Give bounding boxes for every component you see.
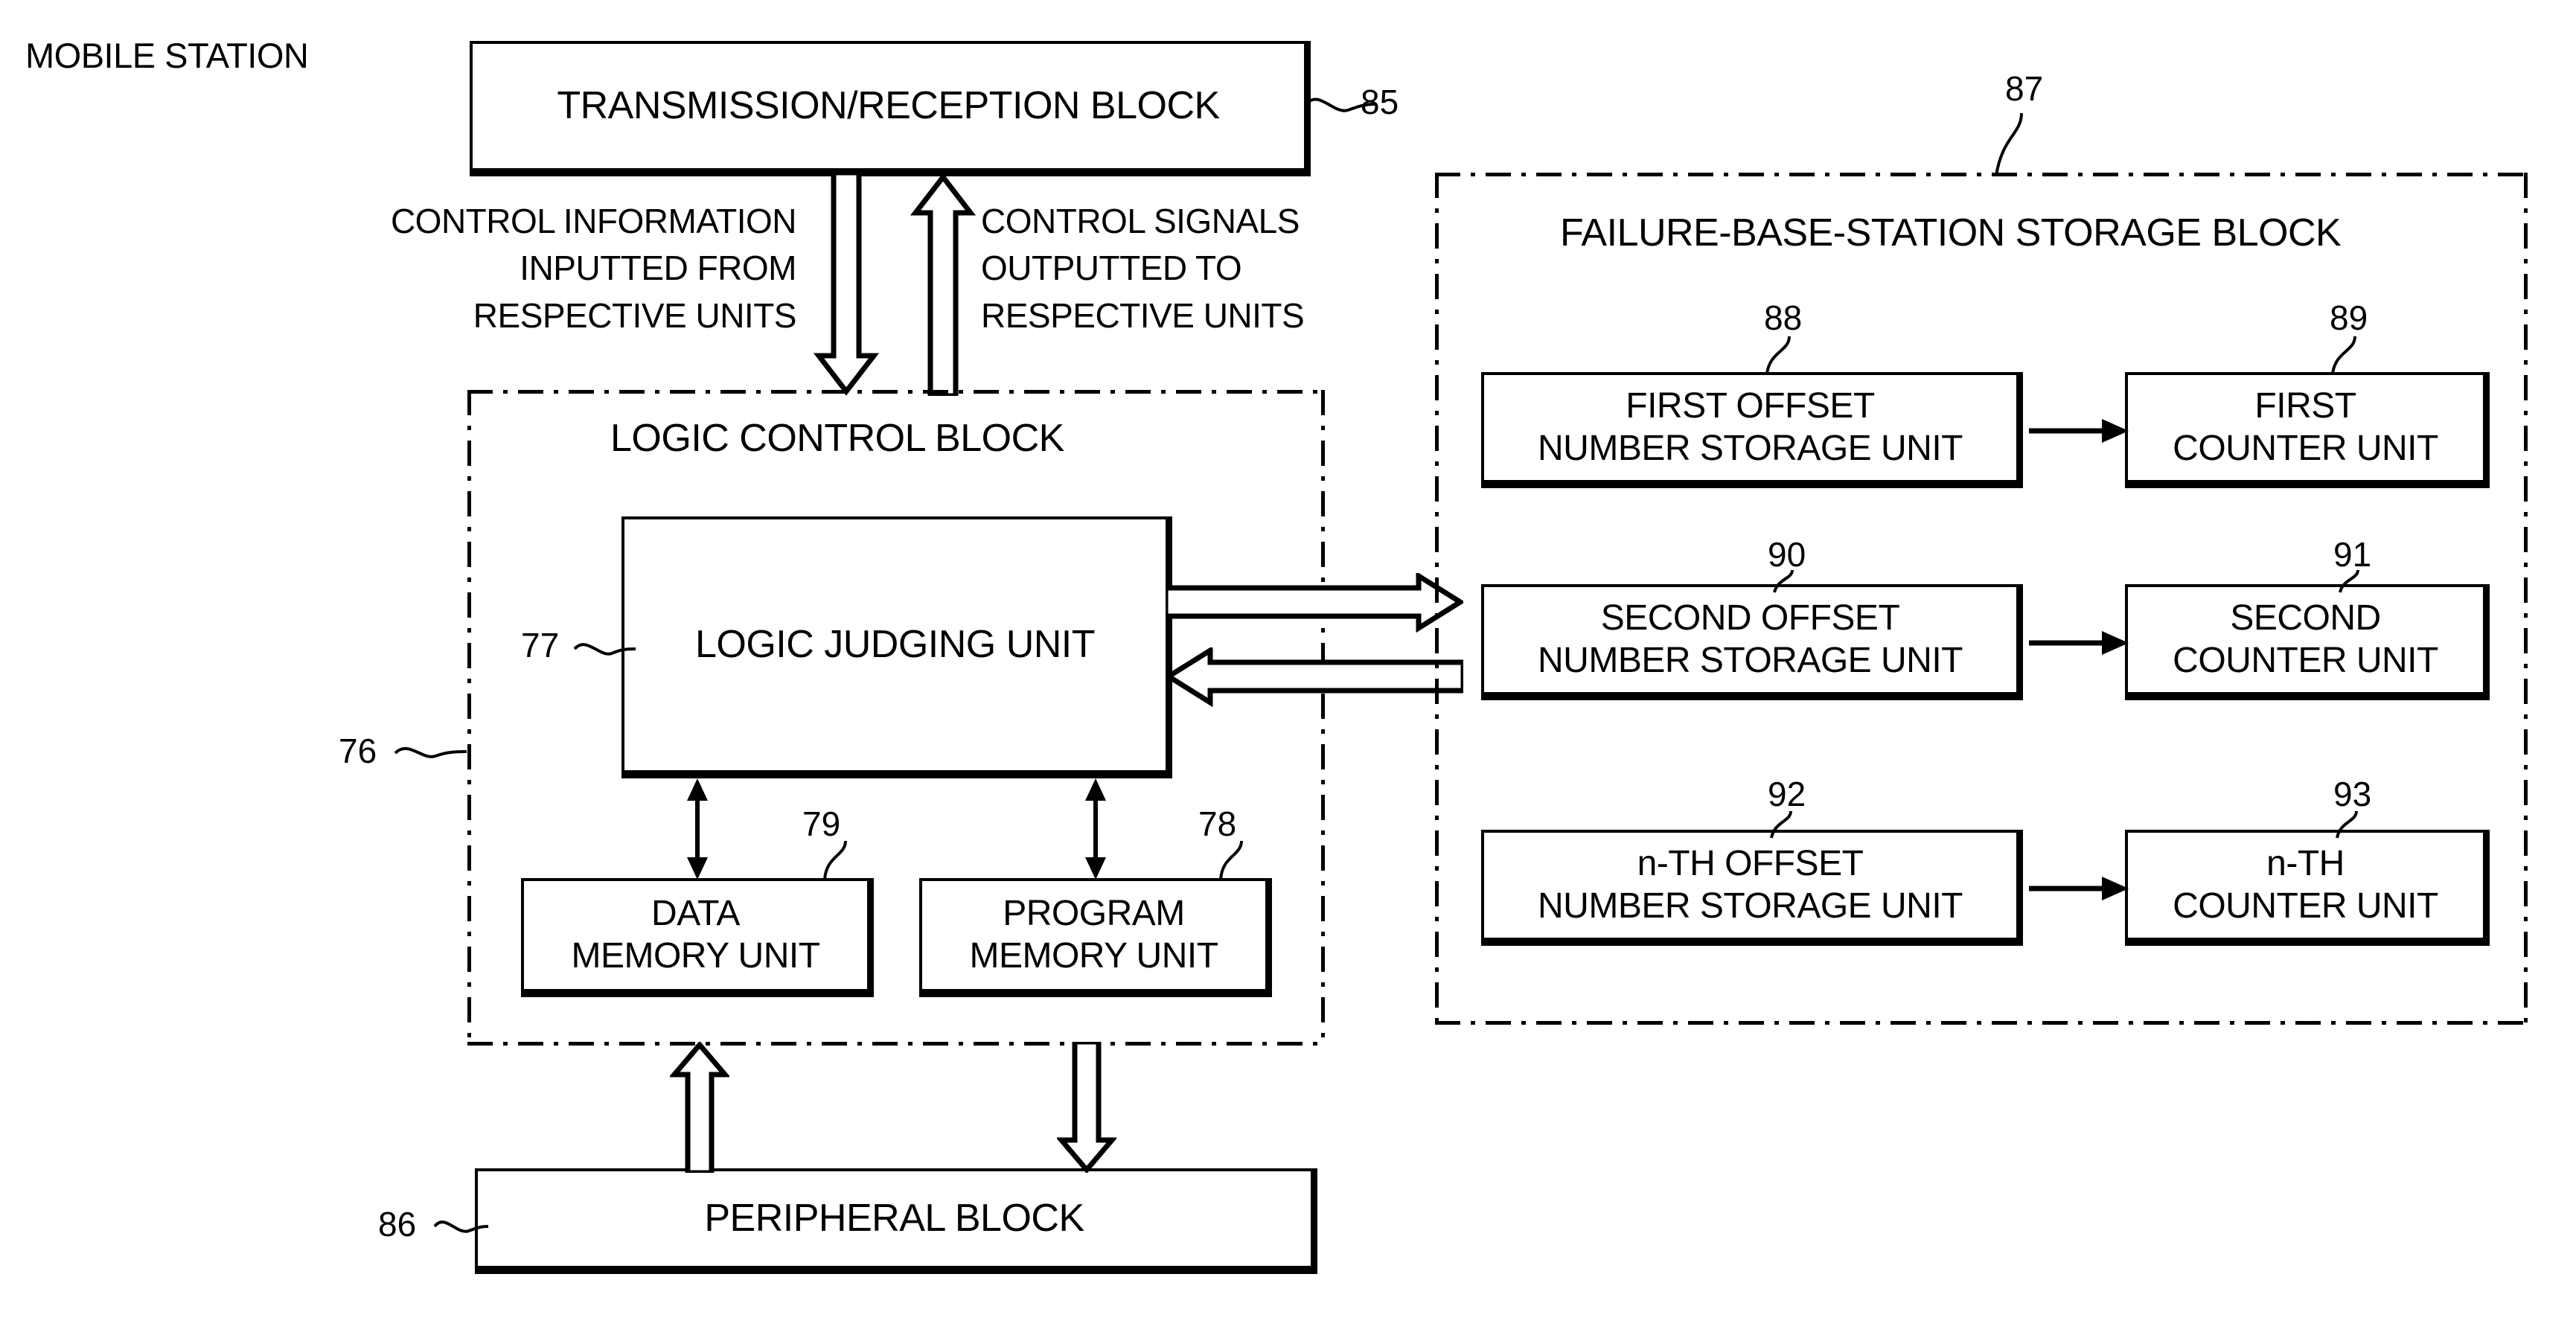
nth-offset-number-storage-unit[interactable]: n-TH OFFSET NUMBER STORAGE UNIT <box>1481 830 2023 946</box>
nth-offset-label-line2: NUMBER STORAGE UNIT <box>1538 886 1963 926</box>
annotation-control-information-line1: CONTROL INFORMATION <box>390 202 797 240</box>
data-memory-unit[interactable]: DATA MEMORY UNIT <box>521 878 874 997</box>
logic-control-block-title: LOGIC CONTROL BLOCK <box>610 417 1064 460</box>
failure-storage-block-border-bottom <box>1435 1021 2528 1025</box>
arrow-first-offset-to-first-counter <box>2029 419 2129 443</box>
annotation-control-signals-line2: OUTPUTTED TO <box>981 249 1242 288</box>
arrow-storage-to-judging-left <box>1166 647 1463 707</box>
first-counter-unit[interactable]: FIRST COUNTER UNIT <box>2125 372 2490 488</box>
arrow-logic-to-peripheral-down <box>1057 1042 1116 1173</box>
program-memory-unit-label-line2: MEMORY UNIT <box>969 935 1218 976</box>
annotation-control-information-line3: RESPECTIVE UNITS <box>473 295 797 335</box>
leader-line-92 <box>1770 810 1792 839</box>
nth-offset-label-line1: n-TH OFFSET <box>1637 843 1864 883</box>
annotation-control-signals-line3: RESPECTIVE UNITS <box>981 295 1305 335</box>
data-memory-unit-label-line2: MEMORY UNIT <box>571 935 820 976</box>
ref-number-92: 92 <box>1768 775 1806 813</box>
logic-control-block-border-left <box>467 390 471 1046</box>
ref-number-78: 78 <box>1198 804 1237 843</box>
logic-control-block-border-right <box>1321 390 1325 1046</box>
arrow-control-information-down <box>813 173 880 396</box>
second-counter-label-line1: SECOND <box>2230 598 2381 638</box>
annotation-control-information-line2: INPUTTED FROM <box>520 249 796 288</box>
ref-number-88: 88 <box>1764 298 1803 337</box>
second-offset-label-line2: NUMBER STORAGE UNIT <box>1538 640 1963 680</box>
leader-line-79 <box>823 840 847 880</box>
arrow-peripheral-to-logic-up <box>670 1042 729 1173</box>
logic-control-block-border-top <box>467 390 1325 394</box>
patent-figure-canvas: MOBILE STATION TRANSMISSION/RECEPTION BL… <box>0 0 2576 1338</box>
leader-line-89 <box>2331 336 2356 374</box>
second-offset-label-line1: SECOND OFFSET <box>1600 598 1900 638</box>
figure-caption-mobile-station: MOBILE STATION <box>25 36 309 75</box>
program-memory-unit-label-line1: PROGRAM <box>1003 893 1185 933</box>
arrow-control-signals-up <box>910 173 977 396</box>
data-memory-unit-label-line1: DATA <box>651 893 740 933</box>
annotation-control-information: CONTROL INFORMATION INPUTTED FROM RESPEC… <box>283 198 797 339</box>
leader-line-86 <box>433 1220 489 1233</box>
ref-number-87: 87 <box>2005 69 2044 108</box>
failure-storage-block-border-right <box>2524 173 2528 1025</box>
leader-line-78 <box>1219 840 1243 880</box>
ref-number-79: 79 <box>802 804 841 843</box>
leader-line-88 <box>1765 336 1791 374</box>
nth-counter-label-line1: n-TH <box>2266 843 2345 883</box>
annotation-control-signals-line1: CONTROL SIGNALS <box>981 202 1300 240</box>
arrow-nth-offset-to-nth-counter <box>2029 877 2129 900</box>
first-offset-label-line2: NUMBER STORAGE UNIT <box>1538 428 1963 468</box>
ref-number-86: 86 <box>378 1205 417 1243</box>
first-counter-label-line2: COUNTER UNIT <box>2173 428 2438 468</box>
leader-line-90 <box>1773 569 1794 593</box>
leader-line-87 <box>1995 112 2023 176</box>
arrow-judging-to-data-memory <box>687 778 708 880</box>
arrow-judging-to-program-memory <box>1085 778 1106 880</box>
second-offset-number-storage-unit[interactable]: SECOND OFFSET NUMBER STORAGE UNIT <box>1481 584 2023 700</box>
second-counter-label-line2: COUNTER UNIT <box>2173 640 2438 680</box>
ref-number-77: 77 <box>521 626 560 665</box>
failure-storage-block-title: FAILURE-BASE-STATION STORAGE BLOCK <box>1560 211 2342 255</box>
failure-storage-block-border-left <box>1435 173 1439 1025</box>
first-counter-label-line1: FIRST <box>2254 385 2356 426</box>
ref-number-93: 93 <box>2333 775 2372 813</box>
leader-line-93 <box>2336 810 2358 839</box>
annotation-control-signals: CONTROL SIGNALS OUTPUTTED TO RESPECTIVE … <box>981 198 1457 339</box>
leader-line-76 <box>394 746 467 758</box>
arrow-second-offset-to-second-counter <box>2029 631 2129 655</box>
nth-counter-unit[interactable]: n-TH COUNTER UNIT <box>2125 830 2490 946</box>
transmission-reception-block[interactable]: TRANSMISSION/RECEPTION BLOCK <box>470 41 1311 176</box>
ref-number-89: 89 <box>2330 298 2368 337</box>
nth-counter-label-line2: COUNTER UNIT <box>2173 886 2438 926</box>
first-offset-number-storage-unit[interactable]: FIRST OFFSET NUMBER STORAGE UNIT <box>1481 372 2023 488</box>
logic-judging-unit[interactable]: LOGIC JUDGING UNIT <box>621 516 1172 778</box>
program-memory-unit[interactable]: PROGRAM MEMORY UNIT <box>919 878 1272 997</box>
arrow-judging-to-storage-right <box>1166 573 1463 633</box>
ref-number-85: 85 <box>1361 83 1399 121</box>
leader-line-77 <box>573 643 636 656</box>
ref-number-76: 76 <box>339 732 377 770</box>
leader-line-91 <box>2339 569 2359 593</box>
peripheral-block[interactable]: PERIPHERAL BLOCK <box>475 1168 1317 1274</box>
first-offset-label-line1: FIRST OFFSET <box>1626 385 1875 426</box>
logic-control-block-border-bottom <box>467 1042 1325 1046</box>
second-counter-unit[interactable]: SECOND COUNTER UNIT <box>2125 584 2490 700</box>
